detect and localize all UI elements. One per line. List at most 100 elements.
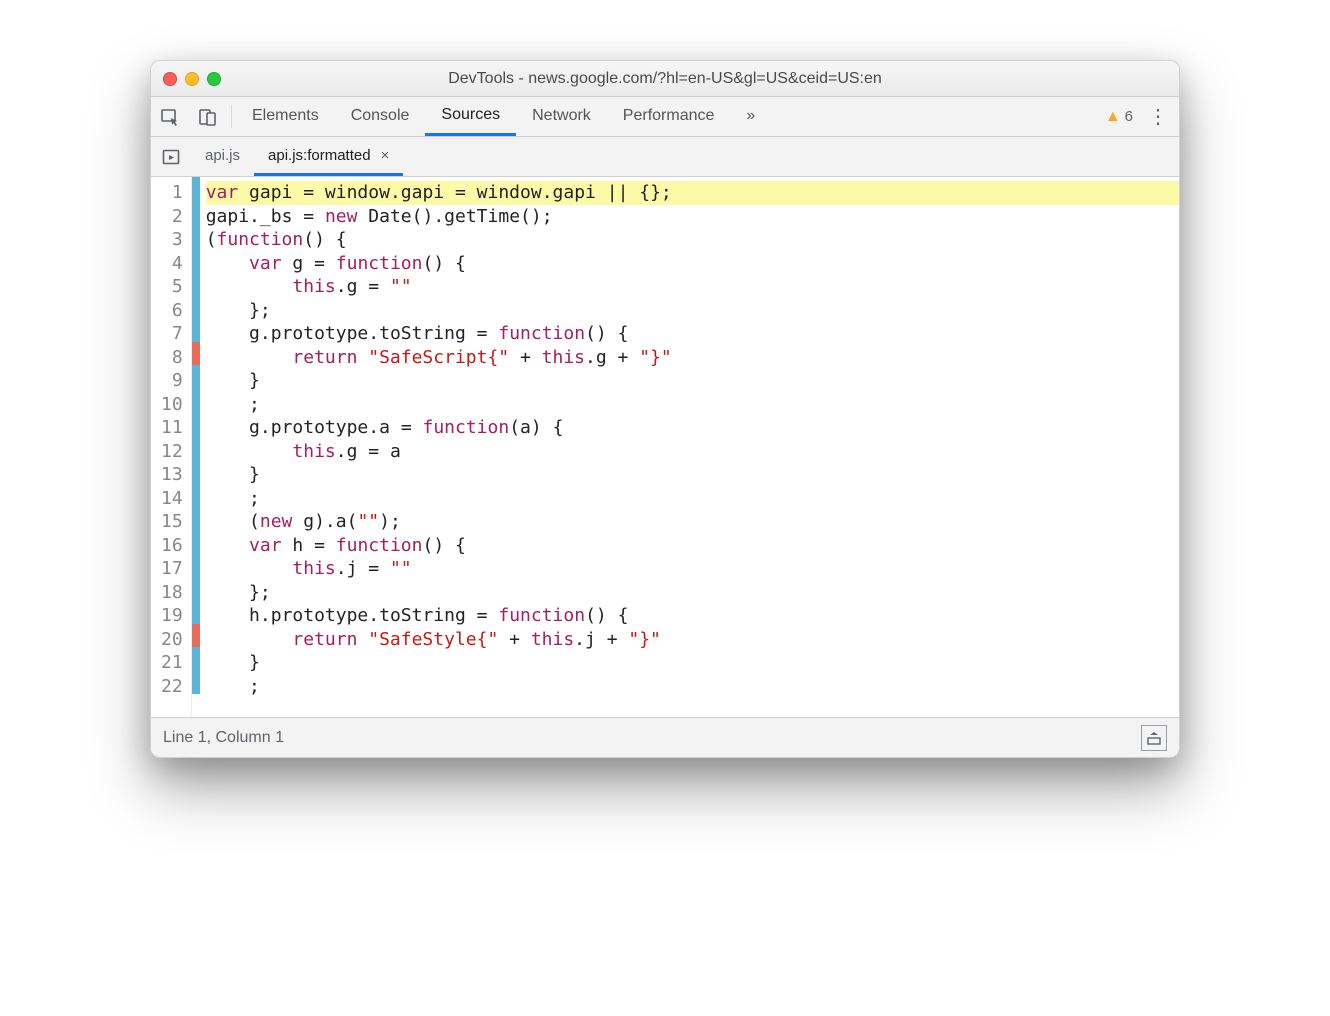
code-line[interactable]: g.prototype.toString = function() { <box>206 322 1179 346</box>
code-line[interactable]: g.prototype.a = function(a) { <box>206 416 1179 440</box>
code-content[interactable]: var gapi = window.gapi = window.gapi || … <box>200 177 1179 717</box>
line-number[interactable]: 10 <box>161 393 183 417</box>
line-number[interactable]: 3 <box>161 228 183 252</box>
line-number[interactable]: 11 <box>161 416 183 440</box>
line-number[interactable]: 19 <box>161 604 183 628</box>
more-panels-button[interactable]: » <box>730 97 771 136</box>
cursor-position: Line 1, Column 1 <box>163 729 284 747</box>
file-tab-label: api.js:formatted <box>268 147 371 164</box>
code-line[interactable]: ; <box>206 675 1179 699</box>
code-line[interactable]: } <box>206 651 1179 675</box>
coverage-marker <box>192 624 200 648</box>
line-number-gutter[interactable]: 12345678910111213141516171819202122 <box>151 177 192 717</box>
status-bar: Line 1, Column 1 <box>151 717 1179 757</box>
file-tab[interactable]: api.js <box>191 137 254 176</box>
code-line[interactable]: return "SafeScript{" + this.g + "}" <box>206 346 1179 370</box>
file-tab-label: api.js <box>205 147 240 164</box>
coverage-marker <box>192 412 200 436</box>
coverage-marker <box>192 295 200 319</box>
code-line[interactable]: } <box>206 369 1179 393</box>
line-number[interactable]: 21 <box>161 651 183 675</box>
coverage-marker <box>192 671 200 695</box>
line-number[interactable]: 18 <box>161 581 183 605</box>
close-window-button[interactable] <box>163 72 177 86</box>
titlebar: DevTools - news.google.com/?hl=en-US&gl=… <box>151 61 1179 97</box>
code-line[interactable]: var h = function() { <box>206 534 1179 558</box>
code-line[interactable]: ; <box>206 487 1179 511</box>
coverage-marker <box>192 365 200 389</box>
code-line[interactable]: h.prototype.toString = function() { <box>206 604 1179 628</box>
inspect-element-icon[interactable] <box>151 97 189 136</box>
device-toolbar-icon[interactable] <box>189 97 227 136</box>
coverage-marker <box>192 318 200 342</box>
coverage-marker <box>192 483 200 507</box>
close-icon[interactable]: × <box>381 147 390 164</box>
line-number[interactable]: 2 <box>161 205 183 229</box>
coverage-marker <box>192 506 200 530</box>
warning-count: 6 <box>1125 108 1133 125</box>
line-number[interactable]: 13 <box>161 463 183 487</box>
coverage-marker <box>192 248 200 272</box>
line-number[interactable]: 4 <box>161 252 183 276</box>
line-number[interactable]: 6 <box>161 299 183 323</box>
code-line[interactable]: (function() { <box>206 228 1179 252</box>
line-number[interactable]: 14 <box>161 487 183 511</box>
coverage-marker <box>192 600 200 624</box>
window-controls <box>163 72 221 86</box>
line-number[interactable]: 1 <box>161 181 183 205</box>
line-number[interactable]: 17 <box>161 557 183 581</box>
code-line[interactable]: }; <box>206 299 1179 323</box>
code-line[interactable]: return "SafeStyle{" + this.j + "}" <box>206 628 1179 652</box>
coverage-marker <box>192 577 200 601</box>
settings-menu-button[interactable]: ⋮ <box>1143 104 1173 129</box>
panel-tab-sources[interactable]: Sources <box>425 97 516 136</box>
line-number[interactable]: 5 <box>161 275 183 299</box>
window-title: DevTools - news.google.com/?hl=en-US&gl=… <box>151 70 1179 88</box>
code-line[interactable]: gapi._bs = new Date().getTime(); <box>206 205 1179 229</box>
coverage-markers <box>192 177 200 717</box>
sources-file-tabs: api.js api.js:formatted × <box>151 137 1179 177</box>
coverage-marker <box>192 647 200 671</box>
line-number[interactable]: 16 <box>161 534 183 558</box>
source-editor[interactable]: 12345678910111213141516171819202122 var … <box>151 177 1179 717</box>
code-line[interactable]: var gapi = window.gapi = window.gapi || … <box>206 181 1179 205</box>
code-line[interactable]: ; <box>206 393 1179 417</box>
line-number[interactable]: 8 <box>161 346 183 370</box>
warnings-badge[interactable]: ▲ 6 <box>1105 108 1133 126</box>
show-drawer-icon[interactable] <box>1141 725 1167 751</box>
coverage-marker <box>192 436 200 460</box>
file-tab[interactable]: api.js:formatted × <box>254 137 403 176</box>
code-line[interactable]: var g = function() { <box>206 252 1179 276</box>
code-line[interactable]: this.g = "" <box>206 275 1179 299</box>
coverage-marker <box>192 530 200 554</box>
code-line[interactable]: } <box>206 463 1179 487</box>
line-number[interactable]: 22 <box>161 675 183 699</box>
main-toolbar: ElementsConsoleSourcesNetworkPerformance… <box>151 97 1179 137</box>
coverage-marker <box>192 389 200 413</box>
panel-tabs: ElementsConsoleSourcesNetworkPerformance <box>236 97 730 136</box>
zoom-window-button[interactable] <box>207 72 221 86</box>
line-number[interactable]: 9 <box>161 369 183 393</box>
panel-tab-elements[interactable]: Elements <box>236 97 335 136</box>
minimize-window-button[interactable] <box>185 72 199 86</box>
toolbar-divider <box>231 105 232 128</box>
panel-tab-performance[interactable]: Performance <box>607 97 731 136</box>
code-line[interactable]: this.j = "" <box>206 557 1179 581</box>
coverage-marker <box>192 177 200 201</box>
line-number[interactable]: 15 <box>161 510 183 534</box>
show-navigator-icon[interactable] <box>151 137 191 176</box>
coverage-marker <box>192 271 200 295</box>
code-line[interactable]: this.g = a <box>206 440 1179 464</box>
coverage-marker <box>192 342 200 366</box>
panel-tab-network[interactable]: Network <box>516 97 607 136</box>
coverage-marker <box>192 459 200 483</box>
coverage-marker <box>192 201 200 225</box>
line-number[interactable]: 20 <box>161 628 183 652</box>
panel-tab-console[interactable]: Console <box>335 97 426 136</box>
code-line[interactable]: (new g).a(""); <box>206 510 1179 534</box>
coverage-marker <box>192 553 200 577</box>
coverage-marker <box>192 224 200 248</box>
code-line[interactable]: }; <box>206 581 1179 605</box>
line-number[interactable]: 7 <box>161 322 183 346</box>
line-number[interactable]: 12 <box>161 440 183 464</box>
